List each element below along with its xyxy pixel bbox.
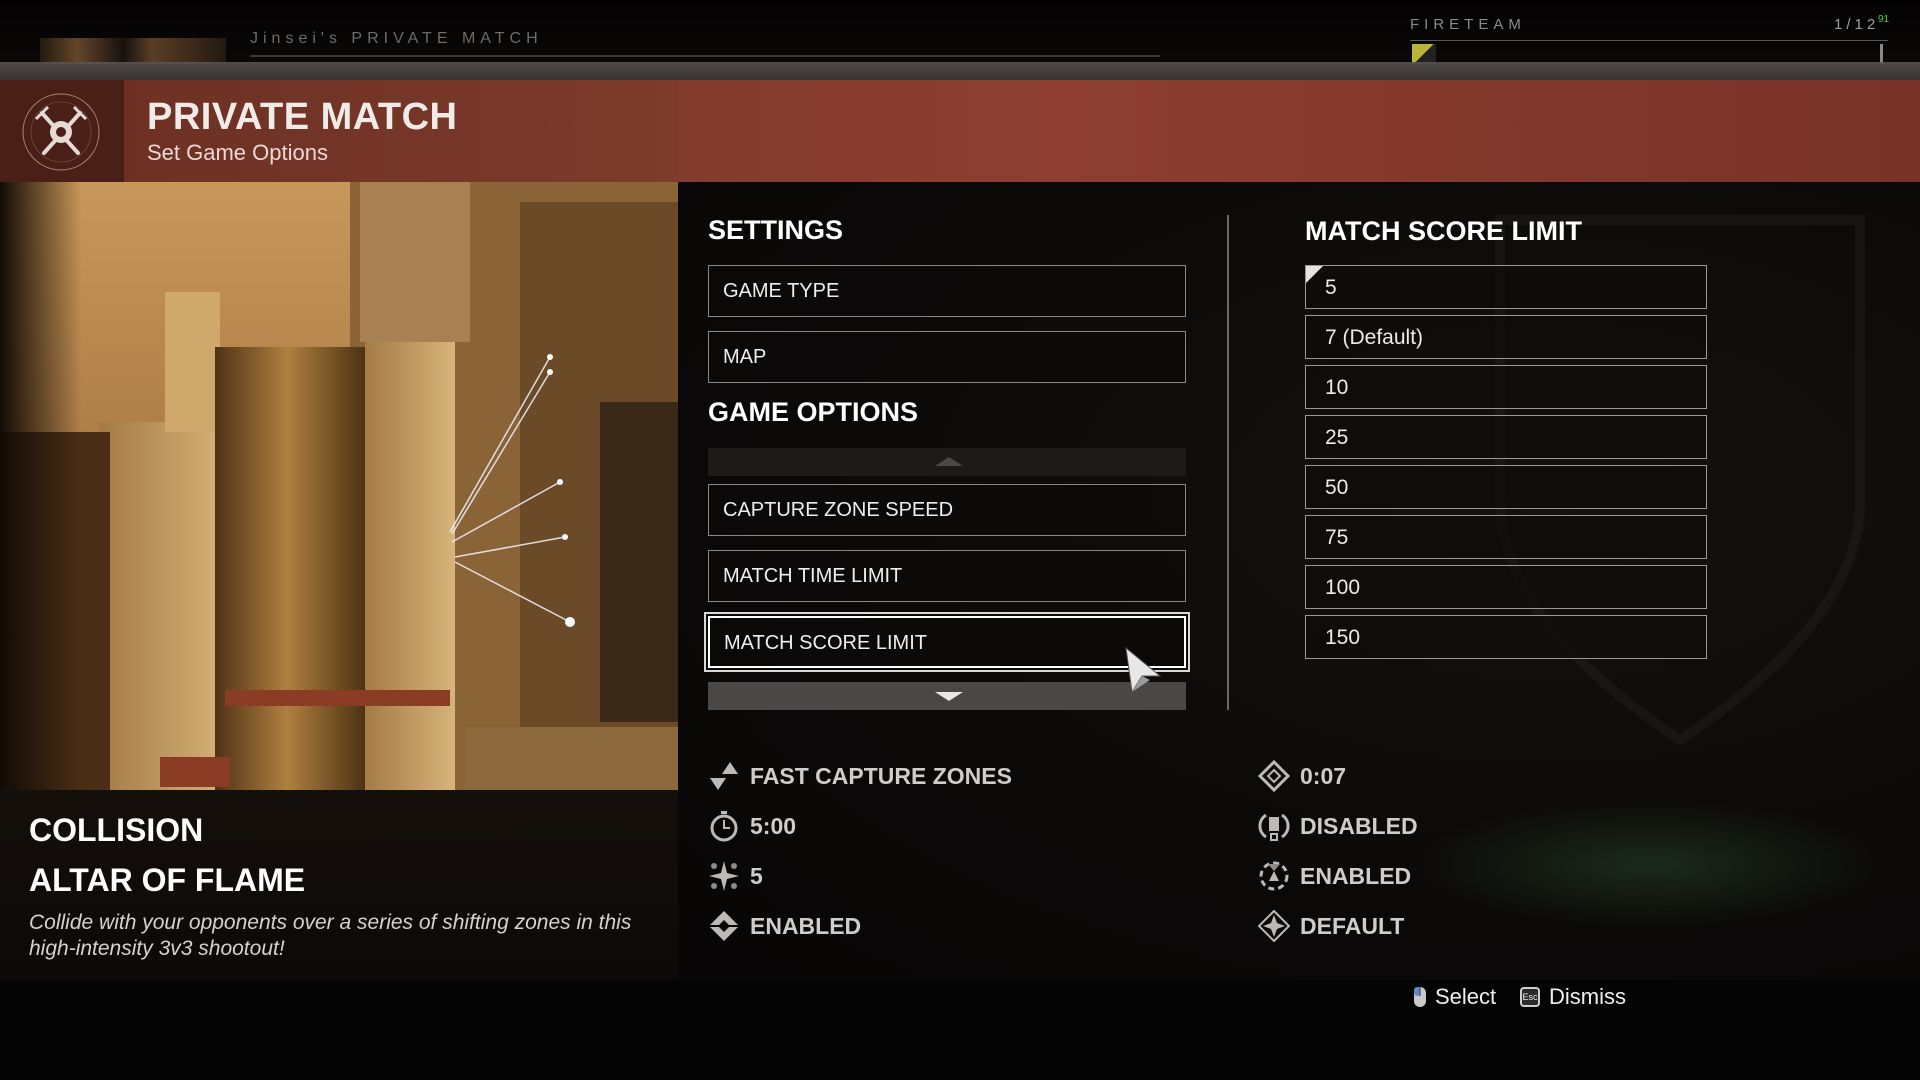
game-mode-description: Collide with your opponents over a serie… xyxy=(29,911,632,960)
scroll-down-button[interactable] xyxy=(708,682,1186,710)
match-time-limit-value: 5:00 xyxy=(750,813,797,839)
heavy-ammo-value: ENABLED xyxy=(1300,863,1412,889)
crossed-swords-gear-icon xyxy=(22,93,100,171)
header-right-area xyxy=(678,80,1920,182)
score-option-7[interactable]: 7 (Default) xyxy=(1305,315,1707,359)
score-star-icon xyxy=(709,861,739,891)
score-option-75[interactable]: 75 xyxy=(1305,515,1707,559)
game-mode-name: COLLISION xyxy=(29,812,204,848)
score-option-label: 75 xyxy=(1325,526,1349,549)
respawn-time-value: 0:07 xyxy=(1300,763,1347,789)
dismiss-hint[interactable]: Dismiss xyxy=(1549,984,1626,1010)
respawn-diamond-icon xyxy=(1258,760,1290,792)
match-time-limit-label: MATCH TIME LIMIT xyxy=(723,565,903,587)
map-name: ALTAR OF FLAME xyxy=(29,862,306,898)
fireteam-count: 1/12 xyxy=(1834,16,1880,33)
map-scene-illustration xyxy=(0,182,678,790)
match-score-limit-button[interactable]: MATCH SCORE LIMIT xyxy=(704,612,1190,672)
score-option-label: 50 xyxy=(1325,476,1349,499)
fireteam-divider xyxy=(1410,40,1888,41)
page-subtitle: Set Game Options xyxy=(147,140,328,165)
capture-zone-speed-label: CAPTURE ZONE SPEED xyxy=(723,499,954,521)
settings-heading: SETTINGS xyxy=(708,215,844,245)
game-type-button[interactable]: GAME TYPE xyxy=(708,265,1186,317)
scroll-up-button[interactable] xyxy=(708,448,1186,476)
ping-indicator: 91 xyxy=(1878,14,1890,25)
capture-zone-speed-button[interactable]: CAPTURE ZONE SPEED xyxy=(708,484,1186,536)
score-option-150[interactable]: 150 xyxy=(1305,615,1707,659)
overlay-strip xyxy=(0,62,1920,80)
vehicle-icon xyxy=(1258,813,1290,841)
score-limit-heading: MATCH SCORE LIMIT xyxy=(1305,216,1582,246)
column-divider xyxy=(1227,215,1229,710)
score-option-label: 150 xyxy=(1325,626,1361,649)
vehicles-value: DISABLED xyxy=(1300,813,1418,839)
match-time-limit-button[interactable]: MATCH TIME LIMIT xyxy=(708,550,1186,602)
game-options-heading: GAME OPTIONS xyxy=(708,397,919,427)
page-title: PRIVATE MATCH xyxy=(147,96,458,138)
score-option-10[interactable]: 10 xyxy=(1305,365,1707,409)
fireteam-scrollbar[interactable] xyxy=(1880,44,1883,64)
chevron-up-icon xyxy=(935,457,963,466)
option-four-value: ENABLED xyxy=(750,913,862,939)
pointer-cursor-icon xyxy=(1125,646,1162,694)
fireteam-label: FIRETEAM xyxy=(1410,16,1526,33)
lobby-thumbnail xyxy=(40,38,226,64)
heavy-ammo-icon xyxy=(1259,861,1289,891)
map-preview-image xyxy=(0,182,678,790)
lobby-title: Jinsei's PRIVATE MATCH xyxy=(250,30,543,47)
player-emblem[interactable] xyxy=(1412,44,1436,64)
power-compass-icon xyxy=(1258,910,1290,942)
score-option-100[interactable]: 100 xyxy=(1305,565,1707,609)
stopwatch-icon xyxy=(710,811,738,842)
background-glow xyxy=(1410,800,1890,930)
score-option-label: 5 xyxy=(1325,276,1337,299)
score-option-label: 100 xyxy=(1325,576,1361,599)
map-label: MAP xyxy=(723,346,767,368)
score-option-label: 10 xyxy=(1325,376,1349,399)
map-button[interactable]: MAP xyxy=(708,331,1186,383)
score-option-5[interactable]: 5 xyxy=(1305,265,1707,309)
score-option-label: 25 xyxy=(1325,426,1349,449)
capture-zone-speed-value: FAST CAPTURE ZONES xyxy=(750,763,1012,789)
select-hint[interactable]: Select xyxy=(1435,984,1496,1010)
game-type-label: GAME TYPE xyxy=(723,280,840,302)
mouse-click-icon xyxy=(1414,987,1426,1007)
esc-key-icon: Esc xyxy=(1520,987,1540,1007)
lobby-divider xyxy=(250,55,1160,57)
chevron-down-icon xyxy=(935,692,963,701)
diamond-eye-icon xyxy=(709,911,739,941)
match-score-limit-value: 5 xyxy=(750,863,763,889)
match-score-limit-label: MATCH SCORE LIMIT xyxy=(724,632,927,654)
power-level-value: DEFAULT xyxy=(1300,913,1405,939)
current-selection-marker-icon xyxy=(1306,266,1323,283)
capture-speed-icon xyxy=(710,762,738,790)
score-option-label: 7 (Default) xyxy=(1325,326,1424,349)
score-option-50[interactable]: 50 xyxy=(1305,465,1707,509)
score-option-25[interactable]: 25 xyxy=(1305,415,1707,459)
